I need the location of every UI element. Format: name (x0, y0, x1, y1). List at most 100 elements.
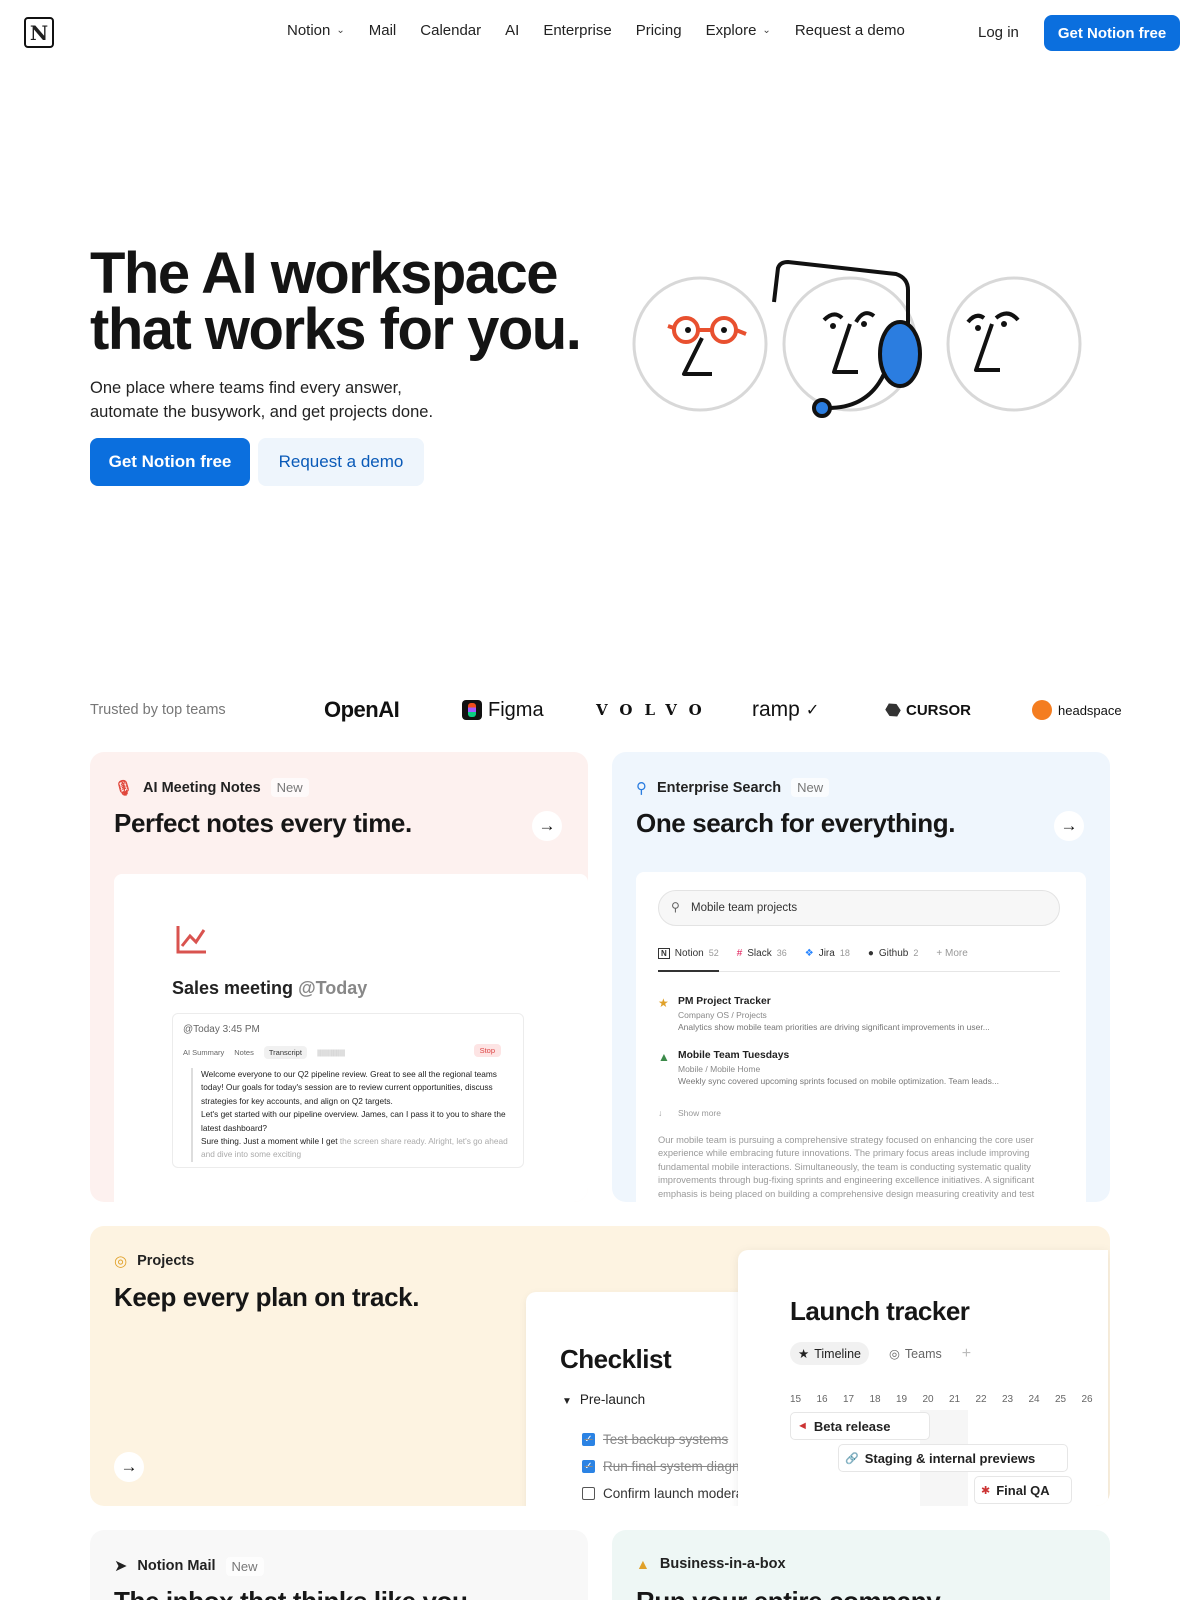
checklist-title: Checklist (560, 1344, 672, 1374)
hero-subtitle-line-2: automate the busywork, and get projects … (90, 403, 434, 421)
hero-request-demo-button[interactable]: Request a demo (258, 438, 424, 486)
timeline-bar[interactable]: ✱ Final QA (974, 1476, 1072, 1504)
nav-calendar[interactable]: Calendar (420, 22, 481, 39)
headspace-icon (1032, 700, 1052, 720)
notion-mail-card[interactable]: ➤ Notion Mail New The inbox that thinks … (90, 1530, 588, 1600)
tree-icon: ▲ (658, 1050, 670, 1064)
nav-notion[interactable]: Notion ⌄ (287, 22, 345, 39)
tab-timeline[interactable]: ★ Timeline (790, 1342, 869, 1365)
stop-recording-button[interactable]: Stop (473, 1044, 501, 1057)
search-result[interactable]: ▲ Mobile Team Tuesdays Mobile / Mobile H… (658, 1050, 1058, 1086)
result-path: Company OS / Projects (678, 1010, 767, 1020)
bar-label: Beta release (813, 1418, 891, 1434)
hero-title-line-2: that works for you. (90, 297, 582, 362)
tab-more[interactable]: + More (936, 948, 967, 971)
day-label: 15 (790, 1394, 802, 1405)
caret-down-icon: ▼ (562, 1396, 572, 1407)
tab-slack[interactable]: # Slack 36 (737, 948, 787, 971)
search-result[interactable]: ★ PM Project Tracker Company OS / Projec… (658, 996, 1058, 1032)
nav-mail[interactable]: Mail (369, 22, 397, 39)
result-path: Mobile / Mobile Home (678, 1064, 761, 1074)
transcript-line: Welcome everyone to our Q2 pipeline revi… (201, 1069, 497, 1079)
headspace-logo: headspace (1032, 692, 1122, 728)
bar-label: Final QA (996, 1482, 1050, 1498)
checklist-item[interactable]: ✓ Test backup systems (582, 1432, 728, 1447)
tracker-title: Launch tracker (790, 1296, 970, 1326)
nav-request-demo[interactable]: Request a demo (795, 22, 905, 39)
tab-notes[interactable]: Notes (234, 1048, 254, 1057)
customer-logos: OpenAI Figma VOLVO ramp ✓ CURSOR headspa… (320, 692, 1122, 728)
add-view-icon[interactable]: + (962, 1345, 971, 1363)
openai-logo: OpenAI (324, 697, 400, 722)
search-source-tabs: N Notion 52 # Slack 36 ❖ Jira 18 ● Github 2 + Mo… (658, 948, 1060, 972)
figma-wordmark: Figma (488, 698, 544, 721)
search-input[interactable]: ⚲ Mobile team projects (658, 890, 1060, 926)
business-in-a-box-card[interactable]: ▲ Business-in-a-box Run your entire comp… (612, 1530, 1110, 1600)
top-nav: N Notion ⌄ Mail Calendar AI Enterprise Pr… (0, 0, 1200, 66)
tab-count: 2 (913, 948, 919, 958)
meeting-notes-tag-label: AI Meeting Notes (143, 779, 261, 796)
car-icon: ◄ (797, 1420, 808, 1432)
projects-arrow-button[interactable]: → (114, 1452, 144, 1482)
ramp-icon: ✓ (805, 702, 820, 719)
jira-icon: ❖ (804, 948, 814, 959)
tab-ai-summary[interactable]: AI Summary (183, 1048, 224, 1057)
nav-notion-label: Notion (287, 22, 331, 39)
hero-faces-illustration (632, 259, 1082, 418)
cursor-logo: CURSOR (886, 692, 971, 728)
figma-logo: Figma (462, 692, 544, 728)
paper-plane-icon: ➤ (114, 1558, 128, 1575)
nav-explore[interactable]: Explore ⌄ (706, 22, 771, 39)
link-icon: 🔗 (845, 1452, 859, 1465)
get-notion-free-button[interactable]: Get Notion free (1044, 15, 1180, 51)
hero-title-line-1: The AI workspace (90, 241, 559, 306)
meeting-notes-arrow-button[interactable]: → (532, 811, 562, 841)
tab-label: Jira (818, 948, 835, 959)
headspace-wordmark: headspace (1058, 702, 1122, 718)
projects-card[interactable]: ◎ Projects Keep every plan on track. → C… (90, 1226, 1110, 1506)
github-icon: ● (867, 948, 874, 959)
checkbox-unchecked[interactable] (582, 1487, 595, 1500)
nav-enterprise[interactable]: Enterprise (543, 22, 611, 39)
enterprise-search-tag-label: Enterprise Search (657, 779, 782, 796)
checkbox-checked[interactable]: ✓ (582, 1460, 595, 1473)
arrow-right-icon: → (1060, 816, 1078, 835)
result-title: PM Project Tracker (678, 996, 771, 1007)
ramp-wordmark: ramp (752, 698, 800, 721)
day-label: 17 (843, 1394, 855, 1405)
tab-jira[interactable]: ❖ Jira 18 (805, 948, 850, 971)
timeline-bar[interactable]: 🔗 Staging & internal previews (838, 1444, 1068, 1472)
timeline-days: 15 16 17 18 19 20 21 22 23 24 25 26 (790, 1394, 1108, 1405)
day-label: 19 (896, 1394, 908, 1405)
tab-notion[interactable]: N Notion 52 (658, 948, 719, 972)
checklist-section[interactable]: ▼ Pre-launch (562, 1392, 645, 1407)
notion-logo[interactable]: N (24, 17, 54, 48)
tab-label: Slack (747, 948, 772, 959)
checkbox-checked[interactable]: ✓ (582, 1433, 595, 1446)
meeting-transcript-box: @Today 3:45 PM AI Summary Notes Transcri… (172, 1013, 524, 1168)
enterprise-search-arrow-button[interactable]: → (1054, 811, 1084, 841)
result-description: Weekly sync covered upcoming sprints foc… (678, 1076, 999, 1086)
nav-ai[interactable]: AI (505, 22, 519, 39)
search-icon: ⚲ (636, 779, 647, 797)
timeline-bar[interactable]: ◄ Beta release (790, 1412, 930, 1440)
enterprise-search-preview: ⚲ Mobile team projects N Notion 52 # Slack 3… (636, 872, 1086, 1202)
tab-label: + More (936, 948, 968, 959)
tab-count: 52 (708, 948, 719, 958)
new-badge: New (225, 1556, 264, 1576)
show-more-link[interactable]: ↓ Show more (658, 1108, 721, 1118)
day-label: 18 (869, 1394, 881, 1405)
enterprise-search-card[interactable]: ⚲ Enterprise Search New One search for e… (612, 752, 1110, 1202)
search-query: Mobile team projects (691, 902, 798, 914)
meeting-notes-card[interactable]: 🎙 AI Meeting Notes New Perfect notes eve… (90, 752, 588, 1202)
hero-get-notion-free-button[interactable]: Get Notion free (90, 438, 250, 486)
tab-transcript[interactable]: Transcript (263, 1046, 307, 1059)
tab-count: 36 (776, 948, 787, 958)
login-link[interactable]: Log in (978, 24, 1019, 41)
result-description: Analytics show mobile team priorities ar… (678, 1022, 990, 1032)
nav-pricing[interactable]: Pricing (636, 22, 682, 39)
enterprise-search-headline: One search for everything. (636, 808, 956, 838)
tab-teams[interactable]: ◎ Teams (881, 1342, 950, 1365)
projects-tag-label: Projects (137, 1253, 195, 1269)
tab-github[interactable]: ● Github 2 (868, 948, 919, 971)
